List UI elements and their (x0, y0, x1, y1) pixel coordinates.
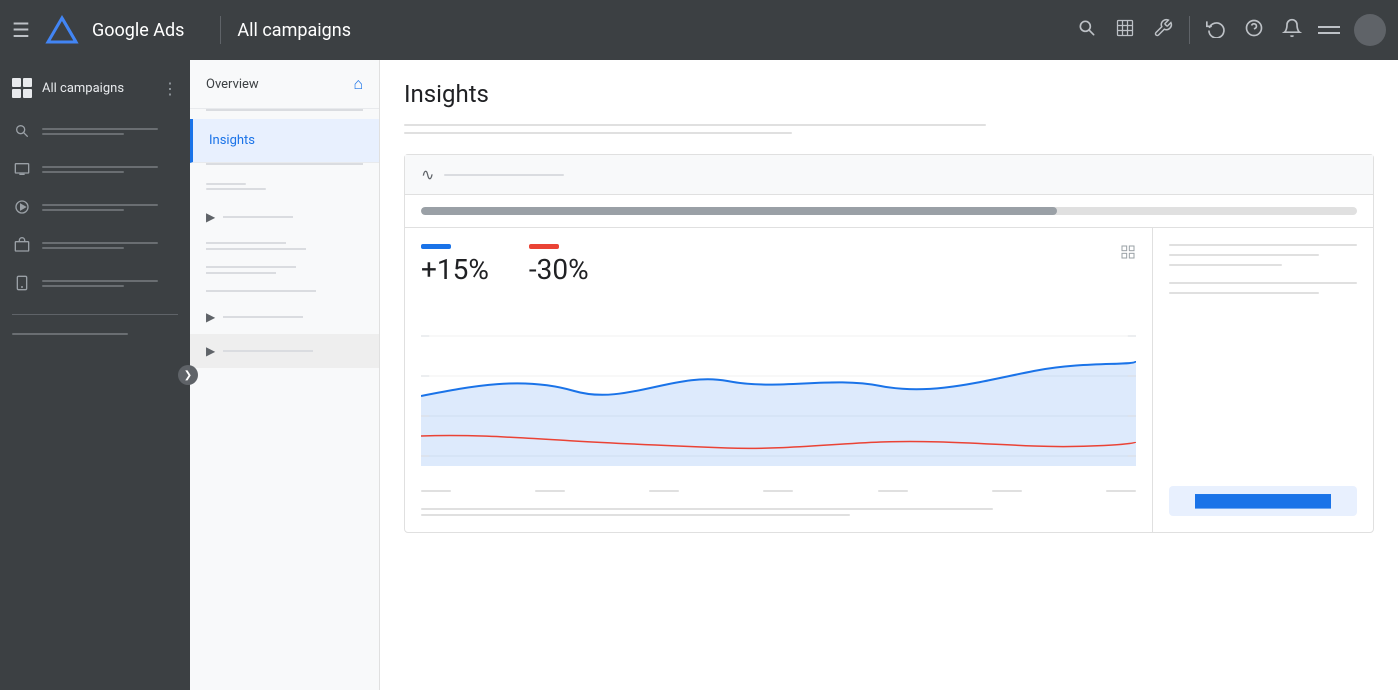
chart-header: ∿ (405, 155, 1373, 195)
sidebar-bottom-item[interactable] (0, 323, 190, 345)
app-title: Google Ads (92, 20, 184, 41)
metrics-row: +15% -30% (421, 244, 1136, 286)
help-icon[interactable] (1242, 18, 1266, 43)
nav-item-overview[interactable]: Overview ⌂ (190, 60, 379, 109)
grid-icon (12, 78, 32, 98)
page-title: Insights (404, 80, 1374, 108)
nav-divider (220, 16, 221, 44)
metric-color-red (529, 244, 559, 249)
nav-page-title: All campaigns (237, 20, 351, 41)
nav-item-insights[interactable]: Insights (190, 119, 379, 163)
trend-icon: ∿ (421, 165, 434, 184)
sidebar-more-icon[interactable]: ⋮ (162, 79, 178, 98)
overview-label: Overview (206, 77, 345, 92)
left-sidebar: All campaigns ⋮ (0, 60, 190, 690)
chart-bottom-labels (421, 508, 1136, 516)
metric-item-1: +15% (421, 244, 489, 286)
insights-label: Insights (209, 133, 363, 148)
sidebar-item-search[interactable] (0, 112, 190, 150)
home-icon: ⌂ (353, 74, 363, 94)
bell-icon[interactable] (1280, 18, 1304, 43)
progress-bar-background (421, 207, 1357, 215)
sidebar-top-label: All campaigns (42, 81, 124, 96)
video-campaign-icon (12, 197, 32, 217)
app-logo (44, 12, 80, 48)
sidebar-divider (12, 314, 178, 315)
nav-text-block-3 (190, 282, 379, 300)
sidebar-collapse-button[interactable]: ❯ (178, 365, 198, 385)
area-chart (421, 306, 1136, 486)
expand-arrow-icon-3: ▶ (206, 344, 215, 358)
nav-sub-item-3[interactable]: ▶ (190, 300, 379, 334)
metric-indicator-1 (421, 244, 489, 249)
shopping-campaign-icon (12, 235, 32, 255)
chart-main-area: +15% -30% (405, 228, 1153, 532)
side-info-lines (1169, 244, 1357, 294)
metric-item-2: -30% (529, 244, 589, 286)
menu-icon[interactable]: ☰ (12, 18, 30, 42)
sidebar-item-display[interactable] (0, 150, 190, 188)
tools-icon[interactable] (1151, 18, 1175, 43)
metric-color-blue (421, 244, 451, 249)
more-options-icon[interactable] (1318, 26, 1340, 34)
sidebar-item-app[interactable] (0, 264, 190, 302)
body-layout: All campaigns ⋮ (0, 60, 1398, 690)
app-campaign-icon (12, 273, 32, 293)
sidebar-items (0, 108, 190, 306)
middle-navigation: Overview ⌂ Insights ▶ (190, 60, 380, 690)
sidebar-item-video[interactable] (0, 188, 190, 226)
nav-sub-item-4[interactable]: ▶ (190, 334, 379, 368)
expand-arrow-icon: ▶ (206, 210, 215, 224)
user-avatar[interactable] (1354, 14, 1386, 46)
metric-value-1: +15% (421, 253, 489, 286)
nav-text-block-1 (190, 234, 379, 258)
chart-svg (421, 306, 1136, 486)
chart-progress-area (405, 195, 1373, 228)
side-panel-link[interactable]: ████████████████ (1169, 486, 1357, 516)
chart-options-icon[interactable] (1120, 244, 1136, 264)
sidebar-item-shopping[interactable] (0, 226, 190, 264)
search-campaign-icon (12, 121, 32, 141)
main-content-area: Insights ∿ (380, 60, 1398, 690)
chart-header-text (444, 174, 564, 176)
progress-bar-fill (421, 207, 1057, 215)
metric-indicator-2 (529, 244, 589, 249)
top-navigation: ☰ Google Ads All campaigns (0, 0, 1398, 60)
search-icon[interactable] (1075, 18, 1099, 43)
expand-arrow-icon-2: ▶ (206, 310, 215, 324)
nav-sub-item-2[interactable]: ▶ (190, 200, 379, 234)
nav-text-block-2 (190, 258, 379, 282)
subtitle-area (404, 124, 1374, 134)
insights-chart-card: ∿ (404, 154, 1374, 533)
nav-separator (1189, 16, 1190, 44)
nav-right-icons (1075, 14, 1386, 46)
nav-sub-item-1[interactable] (190, 173, 379, 200)
table-icon[interactable] (1113, 18, 1137, 43)
metric-value-2: -30% (529, 253, 589, 286)
chart-x-axis (421, 486, 1136, 496)
chart-side-panel: ████████████████ (1153, 228, 1373, 532)
refresh-icon[interactable] (1204, 18, 1228, 43)
logo-icon (44, 12, 80, 48)
sidebar-all-campaigns[interactable]: All campaigns ⋮ (0, 68, 190, 108)
chart-body: +15% -30% (405, 228, 1373, 532)
display-campaign-icon (12, 159, 32, 179)
